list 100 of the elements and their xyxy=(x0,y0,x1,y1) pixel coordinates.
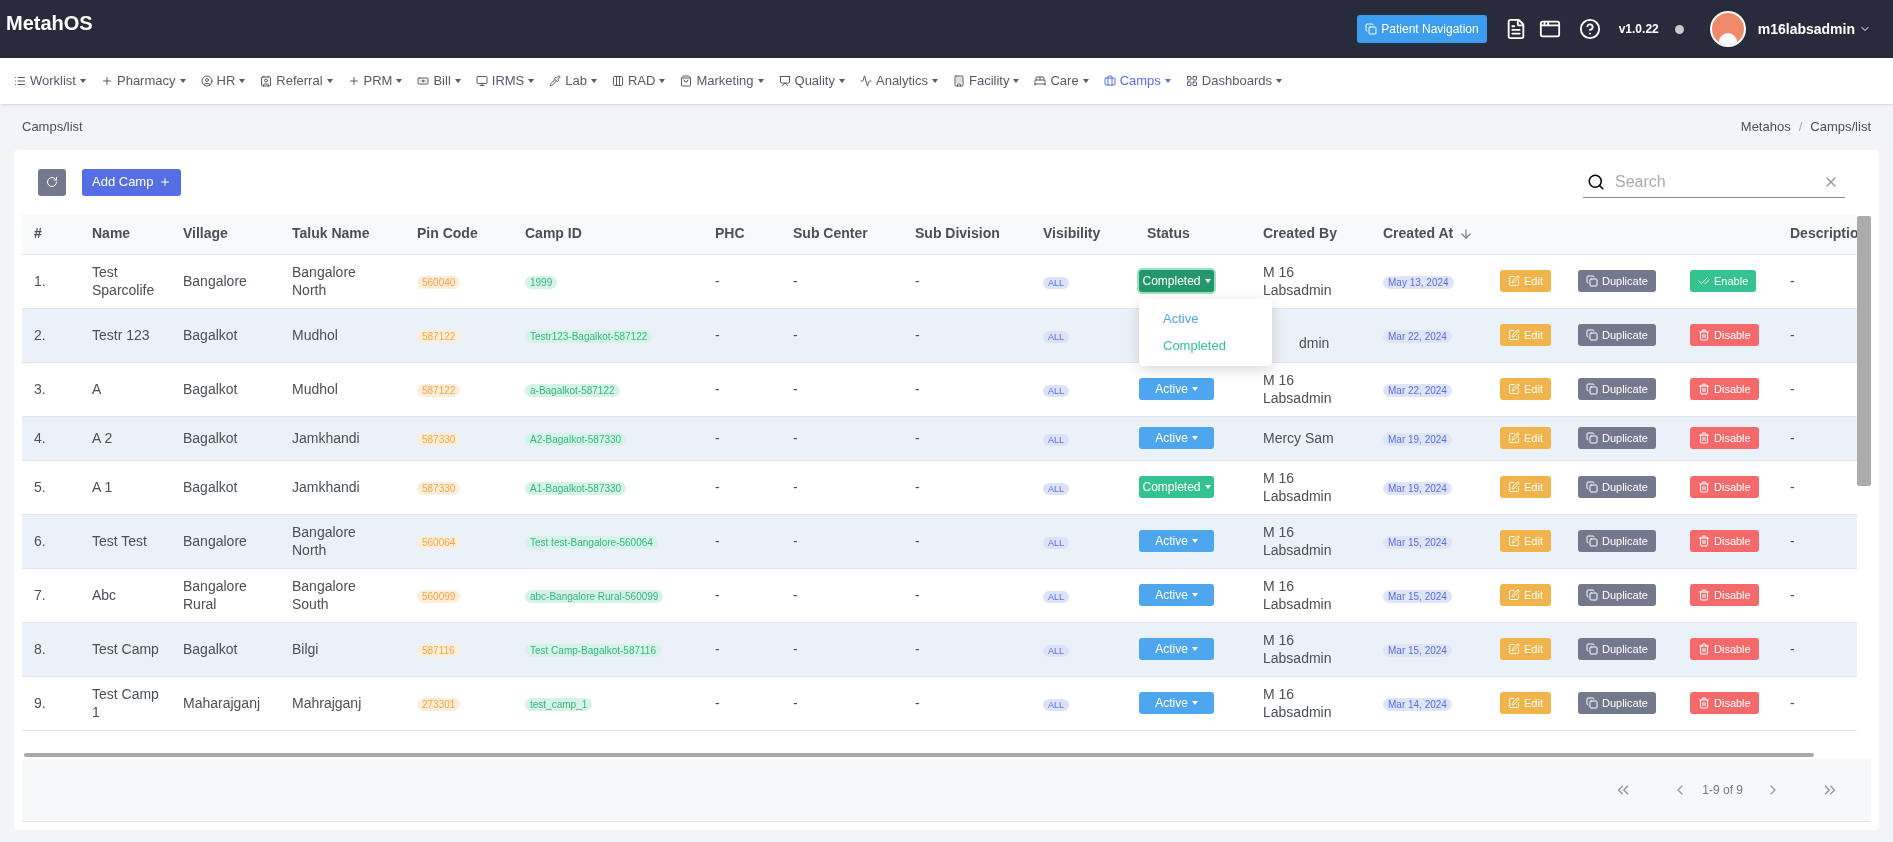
duplicate-button[interactable]: Duplicate xyxy=(1578,427,1656,449)
user-name[interactable]: m16labsadmin xyxy=(1757,18,1855,40)
duplicate-button[interactable]: Duplicate xyxy=(1578,378,1656,400)
table-cell: Maharajganj xyxy=(183,695,261,711)
disable-button[interactable]: Disable xyxy=(1690,638,1759,660)
trash-icon xyxy=(1698,697,1710,709)
status-dropdown[interactable]: Active xyxy=(1139,530,1214,552)
refresh-button[interactable] xyxy=(38,168,66,196)
menu-item[interactable]: Worklist xyxy=(14,71,86,91)
column-header[interactable]: Visibility xyxy=(1043,223,1101,245)
visibility-tag: ALL xyxy=(1043,384,1069,397)
table-cell: 1. xyxy=(34,272,46,289)
trash-icon xyxy=(1698,589,1710,601)
table-cell: Bilgi xyxy=(292,641,319,657)
status-dropdown[interactable]: Completed xyxy=(1139,476,1214,498)
duplicate-button[interactable]: Duplicate xyxy=(1578,584,1656,606)
column-header[interactable]: PHC xyxy=(715,223,745,245)
bag-icon xyxy=(680,75,693,87)
menu-item[interactable]: Pharmacy xyxy=(101,71,186,91)
refresh-icon xyxy=(46,176,58,188)
menu-item[interactable]: Referral xyxy=(260,71,333,91)
search-field[interactable]: Search xyxy=(1583,166,1845,198)
table-cell: - xyxy=(793,640,798,657)
table-cell: - xyxy=(1790,429,1795,446)
status-dropdown[interactable]: Completed xyxy=(1139,270,1214,292)
column-header[interactable]: Camp ID xyxy=(525,223,582,245)
status-dropdown[interactable]: Active xyxy=(1139,692,1214,714)
menu-item[interactable]: Dashboards xyxy=(1185,71,1282,91)
disable-button[interactable]: Disable xyxy=(1690,378,1759,400)
menu-item[interactable]: Bill xyxy=(417,71,461,91)
table-cell-text: dmin xyxy=(1298,334,1331,352)
menu-option[interactable]: Active xyxy=(1139,304,1272,332)
column-header[interactable]: Village xyxy=(183,223,228,245)
column-header[interactable]: Sub Center xyxy=(793,223,868,245)
duplicate-button[interactable]: Duplicate xyxy=(1578,324,1656,346)
add-camp-button[interactable]: Add Camp xyxy=(82,168,182,196)
column-header[interactable]: Taluk Name xyxy=(292,223,370,245)
enable-button[interactable]: Enable xyxy=(1690,270,1757,292)
status-dropdown[interactable]: Active xyxy=(1139,584,1214,606)
duplicate-button[interactable]: Duplicate xyxy=(1578,692,1656,714)
menu-item[interactable]: PRM xyxy=(347,71,403,91)
date-tag: Mar 15, 2024 xyxy=(1383,589,1452,603)
grid-icon xyxy=(1185,75,1198,87)
status-dropdown[interactable]: Active xyxy=(1139,378,1214,400)
disable-button[interactable]: Disable xyxy=(1690,324,1759,346)
menu-item[interactable]: Facility xyxy=(953,71,1020,91)
visibility-tag: ALL xyxy=(1043,433,1069,446)
breadcrumb-item[interactable]: Metahos xyxy=(1740,117,1791,137)
column-header[interactable]: Created At xyxy=(1383,223,1474,245)
edit-icon xyxy=(1508,697,1520,709)
menu-item[interactable]: HR xyxy=(200,71,246,91)
disable-button[interactable]: Disable xyxy=(1690,476,1759,498)
menu-item[interactable]: Care xyxy=(1034,71,1089,91)
disable-button[interactable]: Disable xyxy=(1690,584,1759,606)
status-dropdown[interactable]: Active xyxy=(1139,638,1214,660)
column-header[interactable]: Pin Code xyxy=(417,223,478,245)
duplicate-button[interactable]: Duplicate xyxy=(1578,476,1656,498)
table-cell: - xyxy=(915,694,920,711)
column-header[interactable]: # xyxy=(34,223,42,245)
menu-item[interactable]: RAD xyxy=(612,71,666,91)
menu-item[interactable]: Lab xyxy=(549,71,597,91)
column-header[interactable]: Sub Division xyxy=(915,223,1000,245)
horizontal-scrollbar[interactable] xyxy=(24,752,1814,757)
copy-icon xyxy=(1586,481,1598,493)
menu-item[interactable]: Marketing xyxy=(680,71,764,91)
menu-item[interactable]: Quality xyxy=(778,71,845,91)
menu-option[interactable]: Completed xyxy=(1139,332,1272,360)
column-header[interactable]: Created By xyxy=(1263,223,1337,245)
window-icon[interactable] xyxy=(1538,18,1561,40)
table-cell: Bangalore North xyxy=(292,264,356,298)
duplicate-button[interactable]: Duplicate xyxy=(1578,530,1656,552)
duplicate-button[interactable]: Duplicate xyxy=(1578,270,1656,292)
column-header[interactable]: Name xyxy=(92,223,131,245)
visibility-tag: ALL xyxy=(1043,698,1069,711)
disable-button[interactable]: Disable xyxy=(1690,692,1759,714)
patient-navigation-button[interactable]: Patient Navigation xyxy=(1357,15,1487,43)
help-icon[interactable] xyxy=(1578,18,1601,40)
copy-icon xyxy=(1586,329,1598,341)
avatar-icon[interactable] xyxy=(1709,11,1746,47)
pin-code-tag: 560064 xyxy=(417,535,461,549)
disable-button[interactable]: Disable xyxy=(1690,530,1759,552)
status-dropdown[interactable]: Active xyxy=(1139,427,1214,449)
menu-item[interactable]: Camps xyxy=(1103,71,1171,91)
disable-button[interactable]: Disable xyxy=(1690,427,1759,449)
vertical-scrollbar[interactable] xyxy=(1857,216,1871,486)
duplicate-button[interactable]: Duplicate xyxy=(1578,638,1656,660)
table-cell: 2. xyxy=(34,326,46,343)
column-header[interactable]: Status xyxy=(1147,223,1190,245)
table-cell: M 16 Labsadmin xyxy=(1263,686,1332,720)
table-cell: - xyxy=(1790,478,1795,495)
table-cell: - xyxy=(715,380,720,397)
copy-icon xyxy=(1586,589,1598,601)
edit-icon xyxy=(1508,432,1520,444)
menu-item[interactable]: Analytics xyxy=(860,71,938,91)
columns-icon xyxy=(612,75,624,87)
pin-code-tag: 560040 xyxy=(417,275,461,289)
table-cell: - xyxy=(1790,326,1795,343)
plus-icon xyxy=(159,176,172,188)
date-tag: Mar 19, 2024 xyxy=(1383,481,1452,495)
menu-item[interactable]: IRMS xyxy=(475,71,535,91)
